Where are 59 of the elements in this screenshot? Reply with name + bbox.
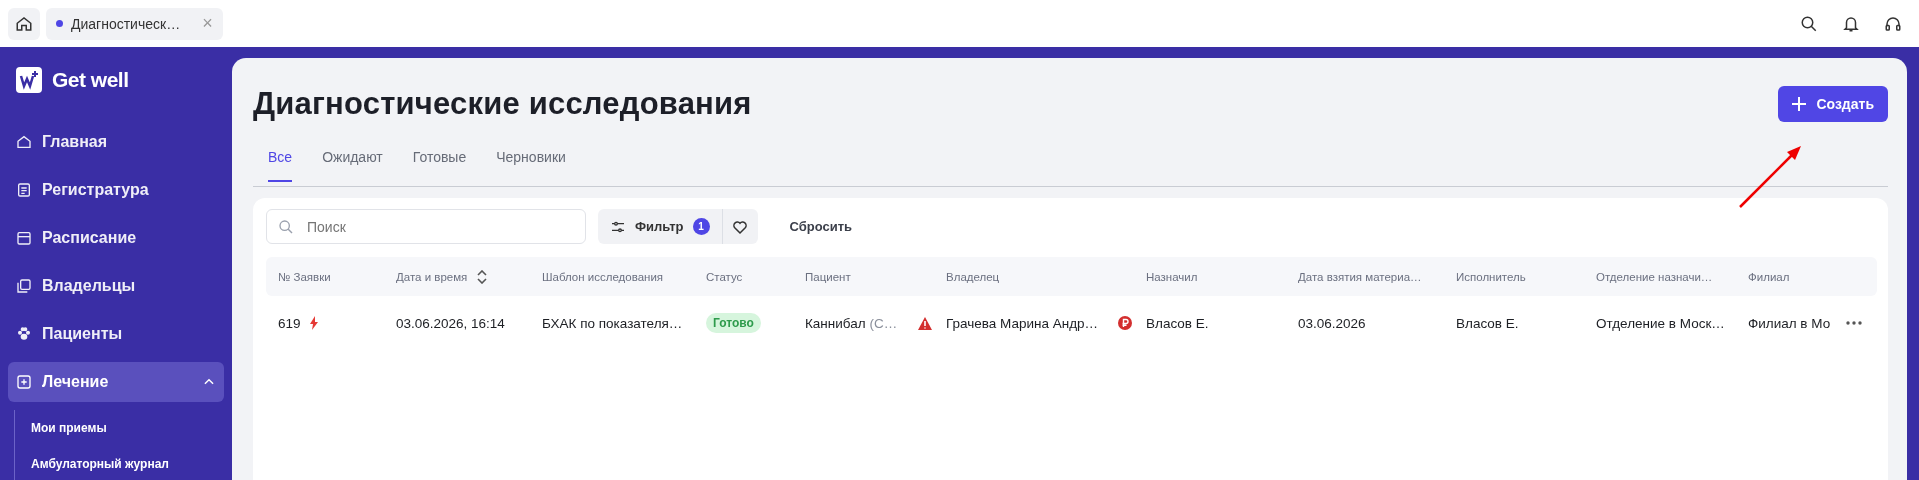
reset-button[interactable]: Сбросить — [769, 219, 873, 234]
nav-subitem[interactable]: Амбулаторный журнал — [31, 446, 224, 480]
column-header[interactable]: Отделение назначи… — [1596, 270, 1748, 283]
more-icon[interactable] — [1846, 321, 1862, 325]
column-header[interactable]: № Заявки — [278, 270, 396, 283]
column-header[interactable]: Владелец — [946, 270, 1146, 283]
logo-icon — [16, 67, 42, 93]
sort-icon[interactable] — [477, 269, 488, 284]
plus-icon — [16, 374, 32, 390]
table-cell: 03.06.2026, 16:14 — [396, 315, 505, 331]
home-icon — [15, 14, 33, 33]
annotation-arrow — [1737, 144, 1803, 210]
logo-text: Get well — [52, 68, 129, 92]
status-badge: Готово — [706, 313, 761, 333]
home-button[interactable] — [8, 7, 40, 40]
column-header[interactable]: Исполнитель — [1456, 270, 1596, 283]
close-button[interactable]: × — [202, 13, 213, 34]
filter-tab[interactable]: Ожидают — [322, 146, 383, 182]
column-header[interactable]: Шаблон исследования — [542, 270, 706, 283]
search-icon[interactable] — [1800, 14, 1818, 33]
list-icon — [16, 182, 32, 198]
filter-tab[interactable]: Готовые — [412, 146, 467, 182]
search-icon — [278, 219, 294, 235]
search-field[interactable]: Поиск — [266, 209, 586, 244]
nav-item[interactable]: Пациенты — [8, 314, 224, 354]
nav-item[interactable]: Главная — [8, 122, 224, 162]
filter-tab[interactable]: Черновики — [496, 146, 566, 182]
nav-item[interactable]: Владельцы — [8, 266, 224, 306]
table-cell: Власов Е. — [1456, 315, 1519, 331]
column-header[interactable]: Дата и время — [396, 269, 542, 284]
table-cell: Филиал в Мо — [1748, 315, 1831, 331]
nav-item[interactable]: Расписание — [8, 218, 224, 258]
table-cell: Грачева Марина Андр… — [946, 315, 1099, 331]
nav-item[interactable]: Регистратура — [8, 170, 224, 210]
column-header[interactable]: Пациент — [805, 270, 946, 283]
paw-icon — [16, 326, 32, 342]
column-header[interactable]: Филиал — [1748, 270, 1846, 283]
create-button[interactable]: Создать — [1778, 86, 1888, 122]
bell-icon[interactable] — [1842, 14, 1860, 33]
filter-tab[interactable]: Все — [268, 146, 293, 182]
page-tab[interactable]: Диагностическ… × — [46, 7, 223, 40]
table-cell: БХАК по показателя… — [542, 315, 683, 331]
column-header[interactable]: Статус — [706, 270, 805, 283]
stack-icon — [16, 278, 32, 294]
nav-item[interactable]: Лечение — [8, 362, 224, 402]
column-header[interactable]: Назначил — [1146, 270, 1298, 283]
nav-subitem[interactable]: Мои приемы — [31, 410, 224, 446]
plus-icon — [1792, 97, 1807, 111]
headset-icon[interactable] — [1884, 14, 1902, 33]
calendar-icon — [16, 230, 32, 246]
table-cell: Каннибал (С… — [805, 315, 898, 331]
table-cell: 619 — [278, 315, 301, 331]
table-cell: Отделение в Моск… — [1596, 315, 1725, 331]
home-icon — [16, 134, 32, 150]
column-header[interactable]: Дата взятия материа… — [1298, 270, 1456, 283]
page-title: Диагностические исследования — [253, 86, 752, 122]
dot-icon — [56, 20, 63, 27]
table-cell: 03.06.2026 — [1298, 315, 1366, 331]
table-cell: Власов Е. — [1146, 315, 1209, 331]
